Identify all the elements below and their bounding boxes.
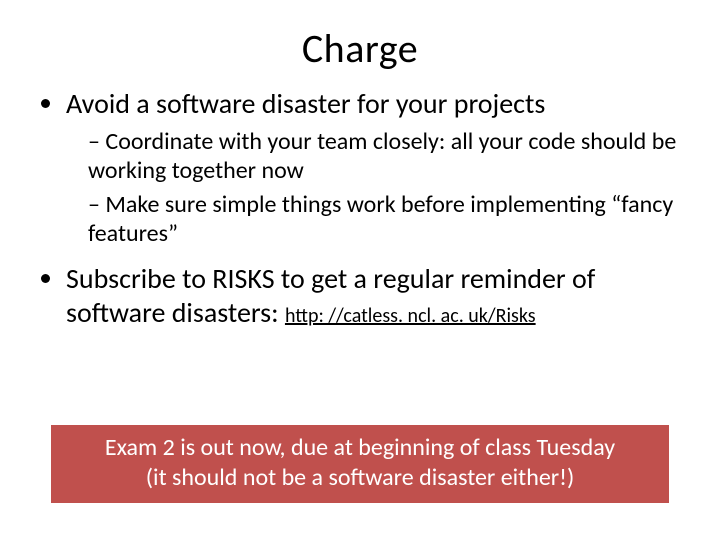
callout-line-1: Exam 2 is out now, due at beginning of c…	[69, 433, 651, 463]
slide: Charge Avoid a software disaster for you…	[0, 0, 720, 540]
bullet-item-1-text: Avoid a software disaster for your proje…	[66, 86, 545, 121]
sub-bullet-1-1: Coordinate with your team closely: all y…	[88, 127, 688, 186]
risks-link[interactable]: http: //catless. ncl. ac. uk/Risks	[285, 304, 536, 328]
exam-callout: Exam 2 is out now, due at beginning of c…	[50, 424, 670, 504]
bullet-item-2: Subscribe to RISKS to get a regular remi…	[66, 262, 688, 330]
bullet-item-1: Avoid a software disaster for your proje…	[66, 87, 688, 248]
callout-line-2: (it should not be a software disaster ei…	[69, 463, 651, 493]
bullet-sublist-1: Coordinate with your team closely: all y…	[68, 127, 688, 248]
sub-bullet-1-2: Make sure simple things work before impl…	[88, 190, 688, 249]
bullet-list: Avoid a software disaster for your proje…	[32, 87, 688, 331]
slide-title: Charge	[32, 24, 688, 73]
